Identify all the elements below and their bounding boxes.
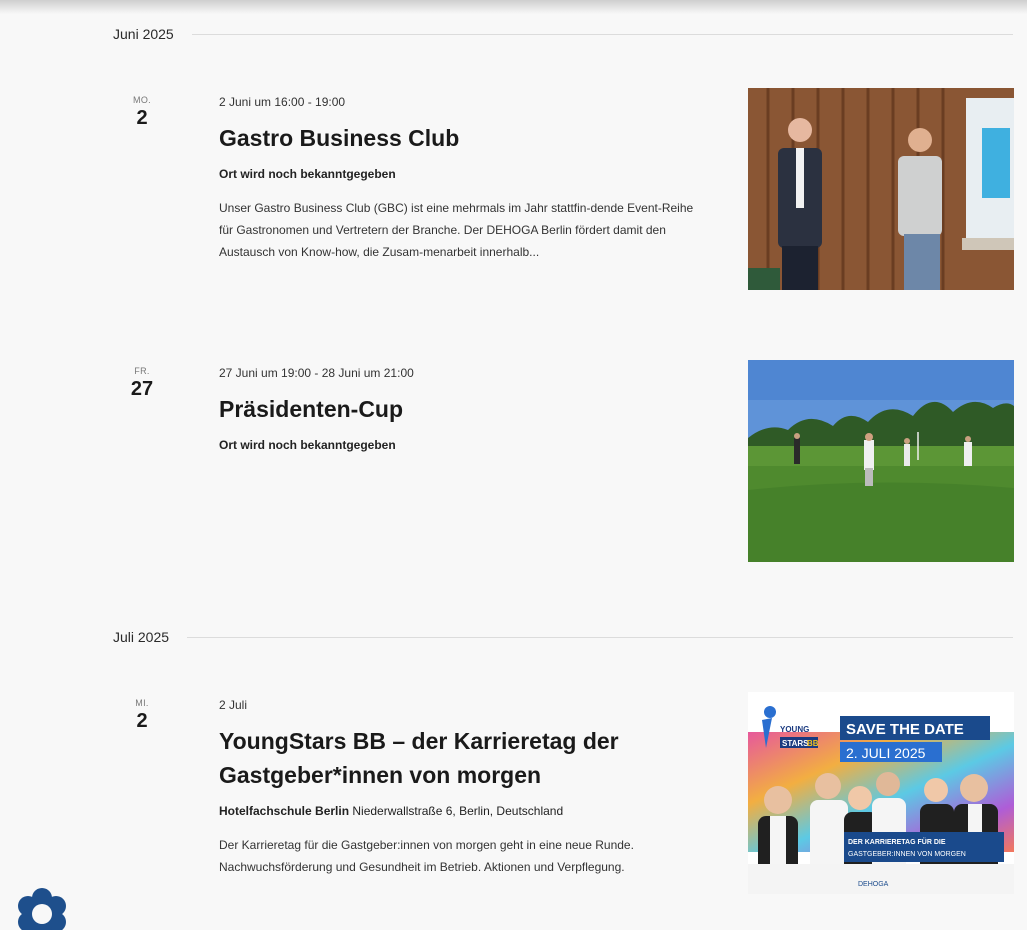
event-day: 2 (136, 710, 148, 732)
poster-headline: SAVE THE DATE (846, 721, 964, 738)
top-shadow (0, 0, 1027, 14)
svg-text:YOUNG: YOUNG (780, 725, 809, 734)
month-separator-july: Juli 2025 (113, 627, 1013, 647)
event-title-link[interactable]: Gastro Business Club (219, 121, 709, 155)
event-venue: Ort wird noch bekanntgegeben (219, 167, 709, 181)
poster-banner-line1: DER KARRIERETAG FÜR DIE (848, 837, 946, 846)
month-label: Juli 2025 (113, 629, 170, 645)
event-weekday: FR. (134, 366, 150, 376)
svg-text:STARS: STARS (782, 739, 809, 748)
event-content: 2 Juni um 16:00 - 19:00 Gastro Business … (219, 95, 709, 263)
venue-name: Ort wird noch bekanntgegeben (219, 438, 396, 452)
svg-text:BB: BB (807, 739, 819, 748)
poster-sponsor: DEHOGA (858, 881, 889, 888)
event-date: MO. 2 (112, 95, 172, 130)
event-image-gastro[interactable] (748, 88, 1014, 290)
event-title-link[interactable]: Präsidenten-Cup (219, 392, 709, 426)
event-content: 2 Juli YoungStars BB – der Karrieretag d… (219, 698, 709, 878)
month-separator-june: Juni 2025 (113, 24, 1013, 44)
event-time: 2 Juli (219, 698, 248, 712)
event-description: Unser Gastro Business Club (GBC) ist ein… (219, 201, 694, 259)
event-weekday: MI. (135, 698, 149, 708)
event-title-link[interactable]: YoungStars BB – der Karrieretag der Gast… (219, 724, 709, 792)
month-label: Juni 2025 (113, 26, 174, 42)
month-divider (191, 33, 1013, 35)
event-day: 2 (136, 107, 148, 129)
event-venue: Ort wird noch bekanntgegeben (219, 438, 709, 452)
event-image-youngstars-poster[interactable]: YOUNG STARS BB SAVE THE DATE 2. JULI 202… (748, 692, 1014, 894)
event-venue: Hotelfachschule Berlin Niederwallstraße … (219, 804, 709, 818)
venue-name: Hotelfachschule Berlin (219, 804, 350, 818)
event-content: 27 Juni um 19:00 - 28 Juni um 21:00 Präs… (219, 366, 709, 452)
event-time: 2 Juni um 16:00 - 19:00 (219, 95, 346, 109)
event-time: 27 Juni um 19:00 - 28 Juni um 21:00 (219, 366, 414, 380)
event-description: Der Karrieretag für die Gastgeber:innen … (219, 838, 634, 874)
event-date: MI. 2 (112, 698, 172, 733)
venue-name: Ort wird noch bekanntgegeben (219, 167, 396, 181)
venue-address: Niederwallstraße 6, Berlin, Deutschland (352, 804, 564, 818)
event-date: FR. 27 (112, 366, 172, 401)
month-divider (187, 636, 1013, 638)
flower-icon[interactable] (14, 886, 70, 930)
event-image-golf[interactable] (748, 360, 1014, 562)
poster-date: 2. JULI 2025 (846, 745, 926, 761)
event-day: 27 (130, 378, 154, 400)
poster-banner-line2: GASTGEBER:INNEN VON MORGEN (848, 851, 966, 858)
event-weekday: MO. (133, 95, 151, 105)
